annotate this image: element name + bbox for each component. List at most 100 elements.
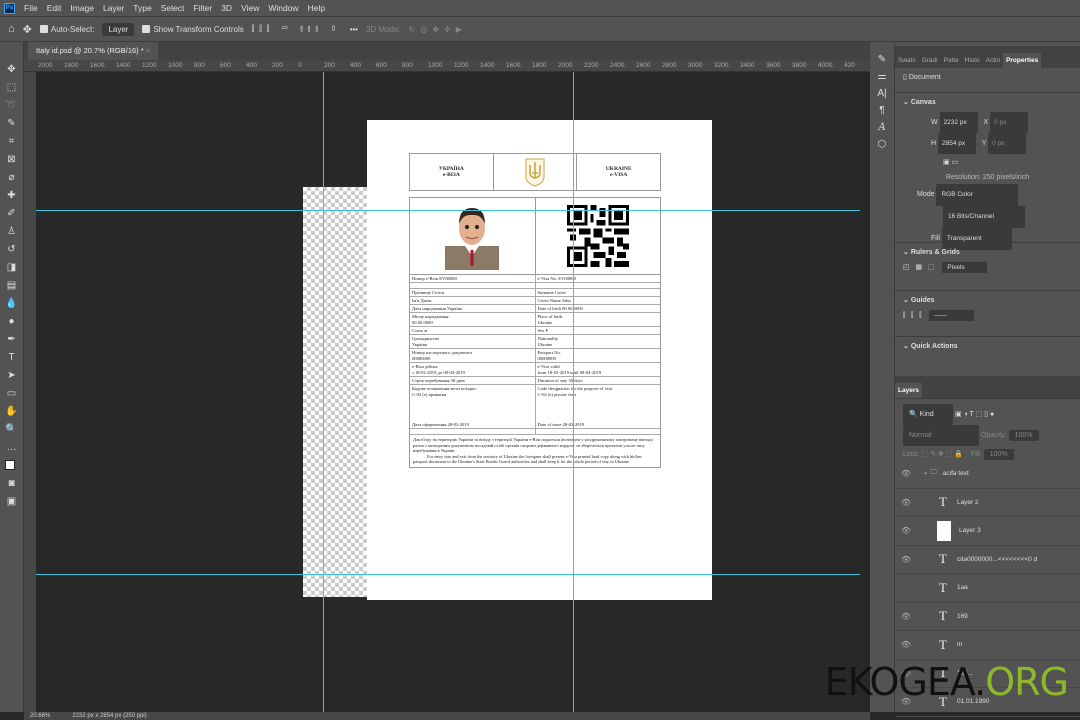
tab-history[interactable]: Histo <box>962 53 983 68</box>
type-tool-icon[interactable]: T <box>4 350 20 365</box>
guide-layout-icon[interactable]: ⫿ <box>903 312 905 319</box>
rectangle-tool-icon[interactable]: ▭ <box>4 386 20 401</box>
menu-filter[interactable]: Filter <box>193 3 212 13</box>
layer-item[interactable]: 👁 Layer 3 <box>895 517 1080 546</box>
guide-style-dropdown[interactable]: —— <box>929 310 975 321</box>
vertical-ruler[interactable] <box>24 72 36 712</box>
menu-window[interactable]: Window <box>268 3 298 13</box>
brush-tool-icon[interactable]: ✐ <box>4 206 20 221</box>
x-field[interactable]: 0 px <box>990 112 1029 133</box>
menu-file[interactable]: File <box>24 3 38 13</box>
opacity-field[interactable]: 100% <box>1008 430 1039 441</box>
filter-icons[interactable]: ▣ ◑ T ⬚ ▯ ● <box>955 411 994 418</box>
layer-filter-kind[interactable]: 🔍 Kind <box>903 404 953 425</box>
document-tab[interactable]: Italy id.psd @ 20.7% (RGB/16) * × <box>28 42 159 60</box>
zoom-tool-icon[interactable]: 🔍 <box>4 422 20 437</box>
guide-vertical[interactable] <box>323 72 324 712</box>
close-tab-icon[interactable]: × <box>146 46 150 55</box>
canvas-heading[interactable]: ⌄ Canvas <box>903 98 1072 106</box>
portrait-orientation-icon[interactable]: ▣ <box>943 159 950 166</box>
blend-mode-dropdown[interactable]: Normal <box>903 425 979 446</box>
guides-icon[interactable]: ⬚ <box>928 264 935 271</box>
visibility-eye-icon[interactable]: 👁 <box>895 555 917 564</box>
paragraph-icon[interactable]: ¶ <box>879 105 884 116</box>
visibility-eye-icon[interactable]: 👁 <box>895 640 917 649</box>
tab-gradients[interactable]: Gradi <box>919 53 941 68</box>
align-icons[interactable]: ⫿⫿⫿ ▭ ⫾⫾⫾ ▯ <box>252 24 342 34</box>
menu-layer[interactable]: Layer <box>103 3 124 13</box>
width-field[interactable]: 2232 px <box>939 112 978 133</box>
layer-item[interactable]: 👁 ⌄ 🗀 acifa text <box>895 460 1080 489</box>
lock-icons[interactable]: ⬚ ✎ ✥ ⬚ 🔒 <box>922 451 963 458</box>
landscape-orientation-icon[interactable]: ▭ <box>952 159 959 166</box>
tab-layers[interactable]: Layers <box>895 383 922 398</box>
tab-patterns[interactable]: Patte <box>941 53 962 68</box>
guide-horizontal[interactable] <box>36 210 860 211</box>
brush-settings-icon[interactable]: ✎ <box>878 54 886 65</box>
fill-field[interactable]: 100% <box>983 449 1014 460</box>
gradient-tool-icon[interactable]: ▤ <box>4 278 20 293</box>
glyphs-icon[interactable]: A <box>878 122 885 133</box>
fill-dropdown[interactable]: Transparent <box>941 228 1012 250</box>
guide-horizontal[interactable] <box>36 574 860 575</box>
visibility-eye-icon[interactable]: 👁 <box>895 612 917 621</box>
lasso-tool-icon[interactable]: ➰ <box>4 98 20 113</box>
menu-3d[interactable]: 3D <box>221 3 232 13</box>
bit-depth-dropdown[interactable]: 16 Bits/Channel <box>943 206 1025 228</box>
menu-select[interactable]: Select <box>161 3 185 13</box>
move-tool-icon[interactable]: ✥ <box>4 62 20 77</box>
guide-vertical[interactable] <box>573 72 574 712</box>
more-options-button[interactable]: ••• <box>350 25 358 34</box>
marquee-tool-icon[interactable]: ⬚ <box>4 80 20 95</box>
eraser-icon[interactable]: ◨ <box>4 260 20 275</box>
rulers-icon[interactable]: ◰ <box>903 264 910 271</box>
visibility-eye-icon[interactable]: 👁 <box>895 469 917 478</box>
zoom-level[interactable]: 20.66% <box>30 712 50 720</box>
menu-view[interactable]: View <box>241 3 259 13</box>
y-field[interactable]: 0 px <box>988 133 1027 154</box>
3d-tools-icons[interactable]: ↻◎✥✣▶ <box>409 25 467 34</box>
eyedropper-icon[interactable]: ⌀ <box>4 170 20 185</box>
grid-icon[interactable]: ▦ <box>915 264 922 271</box>
layer-item[interactable]: 👁 T 169 <box>895 603 1080 631</box>
units-dropdown[interactable]: Pixels <box>942 262 988 273</box>
character-icon[interactable]: A| <box>877 88 886 99</box>
menu-type[interactable]: Type <box>133 3 151 13</box>
crop-tool-icon[interactable]: ⌗ <box>4 134 20 149</box>
hand-tool-icon[interactable]: ✋ <box>4 404 20 419</box>
move-tool-icon[interactable]: ✥ <box>23 23 32 36</box>
layer-item[interactable]: 👁 Tcita0000000...<<<<<<<<0 d <box>895 546 1080 574</box>
layer-item[interactable]: 👁 Tm <box>895 631 1080 660</box>
lock-guides-icon[interactable]: ⫿ <box>911 312 913 319</box>
clone-stamp-icon[interactable]: ♙ <box>4 224 20 239</box>
mode-dropdown[interactable]: RGB Color <box>936 184 1019 206</box>
menu-image[interactable]: Image <box>70 3 94 13</box>
more-tools-icon[interactable]: … <box>4 440 20 455</box>
tab-actions[interactable]: Actio <box>983 53 1003 68</box>
quick-mask-icon[interactable]: ◙ <box>4 476 20 491</box>
adjustments-icon[interactable]: ⚌ <box>878 71 887 82</box>
pen-tool-icon[interactable]: ✒ <box>4 332 20 347</box>
visibility-eye-icon[interactable]: 👁 <box>895 498 917 507</box>
layer-item[interactable]: 👁 T Layer 2 <box>895 489 1080 517</box>
menu-edit[interactable]: Edit <box>47 3 62 13</box>
frame-tool-icon[interactable]: ⊠ <box>4 152 20 167</box>
height-field[interactable]: 2854 px <box>938 133 977 154</box>
smart-guides-icon[interactable]: ⫿ <box>919 312 921 319</box>
3d-icon[interactable]: ⬡ <box>878 139 887 150</box>
horizontal-ruler[interactable]: 2000 1800 1600 1400 1200 1000 800 600 400 200 0 200… <box>24 60 870 72</box>
history-brush-icon[interactable]: ↺ <box>4 242 20 257</box>
show-transform-checkbox[interactable]: Show Transform Controls <box>142 25 244 34</box>
menu-help[interactable]: Help <box>308 3 325 13</box>
path-select-icon[interactable]: ➤ <box>4 368 20 383</box>
dodge-tool-icon[interactable]: ● <box>4 314 20 329</box>
healing-brush-icon[interactable]: ✚ <box>4 188 20 203</box>
blur-tool-icon[interactable]: 💧 <box>4 296 20 311</box>
color-swatches-icon[interactable] <box>4 458 20 473</box>
tab-properties[interactable]: Properties <box>1003 53 1042 68</box>
auto-select-dropdown[interactable]: Layer <box>102 22 135 36</box>
home-icon[interactable]: ⌂ <box>8 23 15 35</box>
tab-swatches[interactable]: Swatc <box>895 53 919 68</box>
visibility-eye-icon[interactable]: 👁 <box>895 526 917 535</box>
quick-select-icon[interactable]: ✎ <box>4 116 20 131</box>
